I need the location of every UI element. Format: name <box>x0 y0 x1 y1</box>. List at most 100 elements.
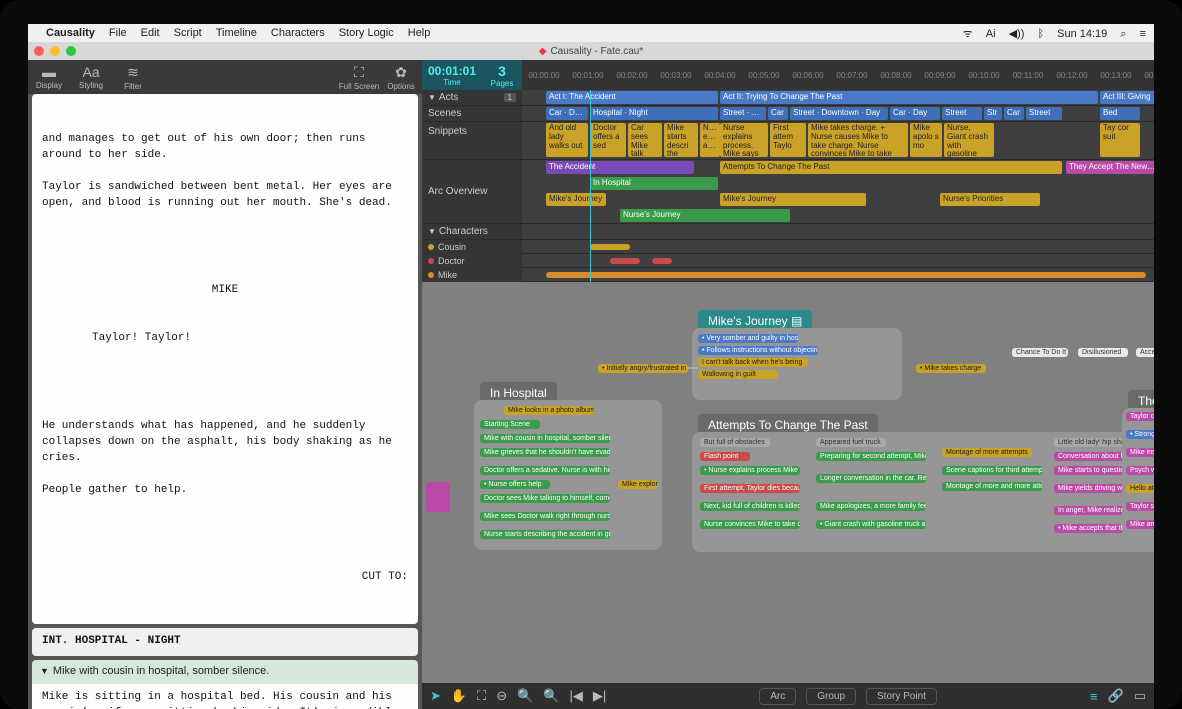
scene-bar[interactable]: Bed <box>1100 107 1140 120</box>
scene-bar[interactable]: Street <box>1026 107 1062 120</box>
menu-characters[interactable]: Characters <box>271 27 325 39</box>
character-track-label[interactable]: Mike <box>422 268 522 282</box>
styling-button[interactable]: AaStyling <box>70 60 112 94</box>
character-presence-bar[interactable] <box>652 258 672 264</box>
adobe-icon[interactable]: Ai <box>986 28 996 40</box>
story-graph[interactable]: Mike's Journey ▤ • Very somber and guilt… <box>422 282 1154 683</box>
track-acts[interactable]: ▼Acts1 <box>422 90 522 106</box>
scene-bar[interactable]: Str <box>984 107 1002 120</box>
menu-edit[interactable]: Edit <box>141 27 160 39</box>
arc-bar[interactable]: They Accept The New Reality <box>1066 161 1154 174</box>
scene-bar[interactable]: Car <box>1004 107 1024 120</box>
playhead[interactable] <box>590 90 591 282</box>
act-bar[interactable]: Act III: Giving <box>1100 91 1154 104</box>
snippet-bar[interactable]: Nurse explains process. Mike says that o… <box>720 123 768 157</box>
display-button[interactable]: ▬Display <box>28 60 70 94</box>
menu-file[interactable]: File <box>109 27 127 39</box>
snippet-bar[interactable]: Mike apolo s mo <box>910 123 942 157</box>
track-arc-overview[interactable]: Arc Overview <box>422 160 522 224</box>
story-point[interactable]: Accepted <box>1136 348 1154 357</box>
time-ruler[interactable]: 00:00:0000:01:0000:02:0000:03:0000:04:00… <box>522 60 1154 90</box>
scene-bar[interactable]: Street · Down <box>720 107 766 120</box>
story-point[interactable]: • Initially angry/frustrated in car <box>598 364 688 373</box>
snippet-bar[interactable]: Nurse explains acci <box>700 123 720 157</box>
act-bar[interactable]: Act II: Trying To Change The Past <box>720 91 1098 104</box>
scene-bar[interactable]: Car · Day <box>890 107 940 120</box>
bluetooth-icon[interactable]: ᛒ <box>1037 28 1044 40</box>
close-icon[interactable] <box>34 46 44 56</box>
snippet-bar[interactable]: Mike takes charge. + Nurse causes Mike t… <box>808 123 908 157</box>
snippet-header[interactable]: ▼ Mike with cousin in hospital, somber s… <box>32 660 418 684</box>
zoom-out-tool[interactable]: ⊖ <box>496 688 507 704</box>
pan-tool[interactable]: ✋ <box>451 688 467 704</box>
menu-timeline[interactable]: Timeline <box>216 27 257 39</box>
menu-storylogic[interactable]: Story Logic <box>339 27 394 39</box>
track-snippets[interactable]: Snippets <box>422 122 522 160</box>
arc-bar[interactable]: Mike's Journey <box>720 193 866 206</box>
act-bar[interactable]: Act I: The Accident <box>546 91 718 104</box>
arc-bar[interactable]: Nurse's Priorities <box>940 193 1040 206</box>
snippet-bar[interactable]: Nurse, Giant crash with gasoline truck <box>944 123 994 157</box>
track-scenes[interactable]: Scenes <box>422 106 522 122</box>
arc-bar[interactable]: The Accident <box>546 161 694 174</box>
arc-bar[interactable]: In Hospital <box>590 177 718 190</box>
scene-bar[interactable]: Car · Down <box>546 107 588 120</box>
scene-bar[interactable]: Street · Downtown · Day <box>790 107 888 120</box>
script-action[interactable]: Mike is sitting in a hospital bed. His c… <box>32 684 418 709</box>
group-box[interactable]: But full of obstacles Flash point • Nurs… <box>692 432 1148 552</box>
character-track-label[interactable]: Doctor <box>422 254 522 268</box>
snippet-bar[interactable]: And old lady walks out <box>546 123 588 157</box>
spotlight-icon[interactable]: ⌕ <box>1120 28 1126 40</box>
arc-bar[interactable]: Mike's Journey <box>546 193 606 206</box>
wifi-icon[interactable]: ᯤ <box>963 28 973 40</box>
group-box[interactable]: Taylor cor • Strong Mike ins Psych w Hel… <box>1122 408 1154 552</box>
menu-script[interactable]: Script <box>174 27 202 39</box>
arc-button[interactable]: Arc <box>759 688 796 705</box>
script-action[interactable]: and manages to get out of his own door; … <box>32 94 418 624</box>
script-editor[interactable]: and manages to get out of his own door; … <box>28 94 422 709</box>
scene-bar[interactable]: Car <box>768 107 788 120</box>
story-point[interactable] <box>426 482 450 512</box>
character-presence-bar[interactable] <box>610 258 640 264</box>
snippet-bar[interactable]: Tay cor suit <box>1100 123 1140 157</box>
filter-button[interactable]: ≋Filter <box>112 60 154 94</box>
scene-bar[interactable]: Hospital · Night <box>590 107 718 120</box>
snippet-bar[interactable]: First attem Taylo <box>770 123 806 157</box>
menu-icon[interactable]: ≡ <box>1140 28 1146 40</box>
skip-end-icon[interactable]: ▶| <box>593 688 606 704</box>
layers-icon[interactable]: ≡ <box>1090 689 1098 704</box>
traffic-lights[interactable] <box>34 46 76 56</box>
skip-start-icon[interactable]: |◀ <box>569 688 582 704</box>
pointer-tool[interactable]: ➤ <box>430 688 441 704</box>
menu-help[interactable]: Help <box>408 27 431 39</box>
zoom-in-tool[interactable]: 🔍 <box>543 688 559 704</box>
zoom-tool[interactable]: 🔍 <box>517 688 533 704</box>
app-menu[interactable]: Causality <box>46 27 95 39</box>
story-point[interactable]: Disillusioned <box>1078 348 1128 357</box>
minimize-icon[interactable] <box>50 46 60 56</box>
link-icon[interactable]: 🔗 <box>1108 688 1124 704</box>
track-characters[interactable]: ▼Characters <box>422 224 522 240</box>
character-presence-bar[interactable] <box>546 272 1146 278</box>
story-point[interactable]: Chance To Do It <box>1012 348 1068 357</box>
clock[interactable]: Sun 14:19 <box>1057 28 1107 40</box>
options-button[interactable]: ✿Options <box>380 60 422 94</box>
timeline-tracks[interactable]: Act I: The AccidentAct II: Trying To Cha… <box>522 90 1154 282</box>
story-point[interactable]: • Mike takes charge <box>916 364 986 373</box>
volume-icon[interactable]: ◀)) <box>1009 28 1025 40</box>
arc-bar[interactable]: Attempts To Change The Past <box>720 161 1062 174</box>
group-box[interactable]: Mike looks in a photo album Starting Sce… <box>474 400 662 550</box>
arc-card-body[interactable]: • Very somber and guilty in hospital • F… <box>692 328 902 400</box>
character-track-label[interactable]: Cousin <box>422 240 522 254</box>
zoom-icon[interactable] <box>66 46 76 56</box>
snippet-bar[interactable]: Car sees Mike talk <box>628 123 662 157</box>
snippet-bar[interactable]: Mike starts descri the <box>664 123 698 157</box>
fullscreen-button[interactable]: ⛶Full Screen <box>338 60 380 94</box>
story-point-button[interactable]: Story Point <box>866 688 937 705</box>
disclosure-icon[interactable]: ▼ <box>40 665 49 678</box>
snippet-bar[interactable]: Doctor offers a sed <box>590 123 626 157</box>
scene-bar[interactable]: Street <box>942 107 982 120</box>
arc-bar[interactable]: Nurse's Journey <box>620 209 790 222</box>
character-presence-bar[interactable] <box>590 244 630 250</box>
scene-heading[interactable]: INT. HOSPITAL - NIGHT <box>32 628 418 656</box>
